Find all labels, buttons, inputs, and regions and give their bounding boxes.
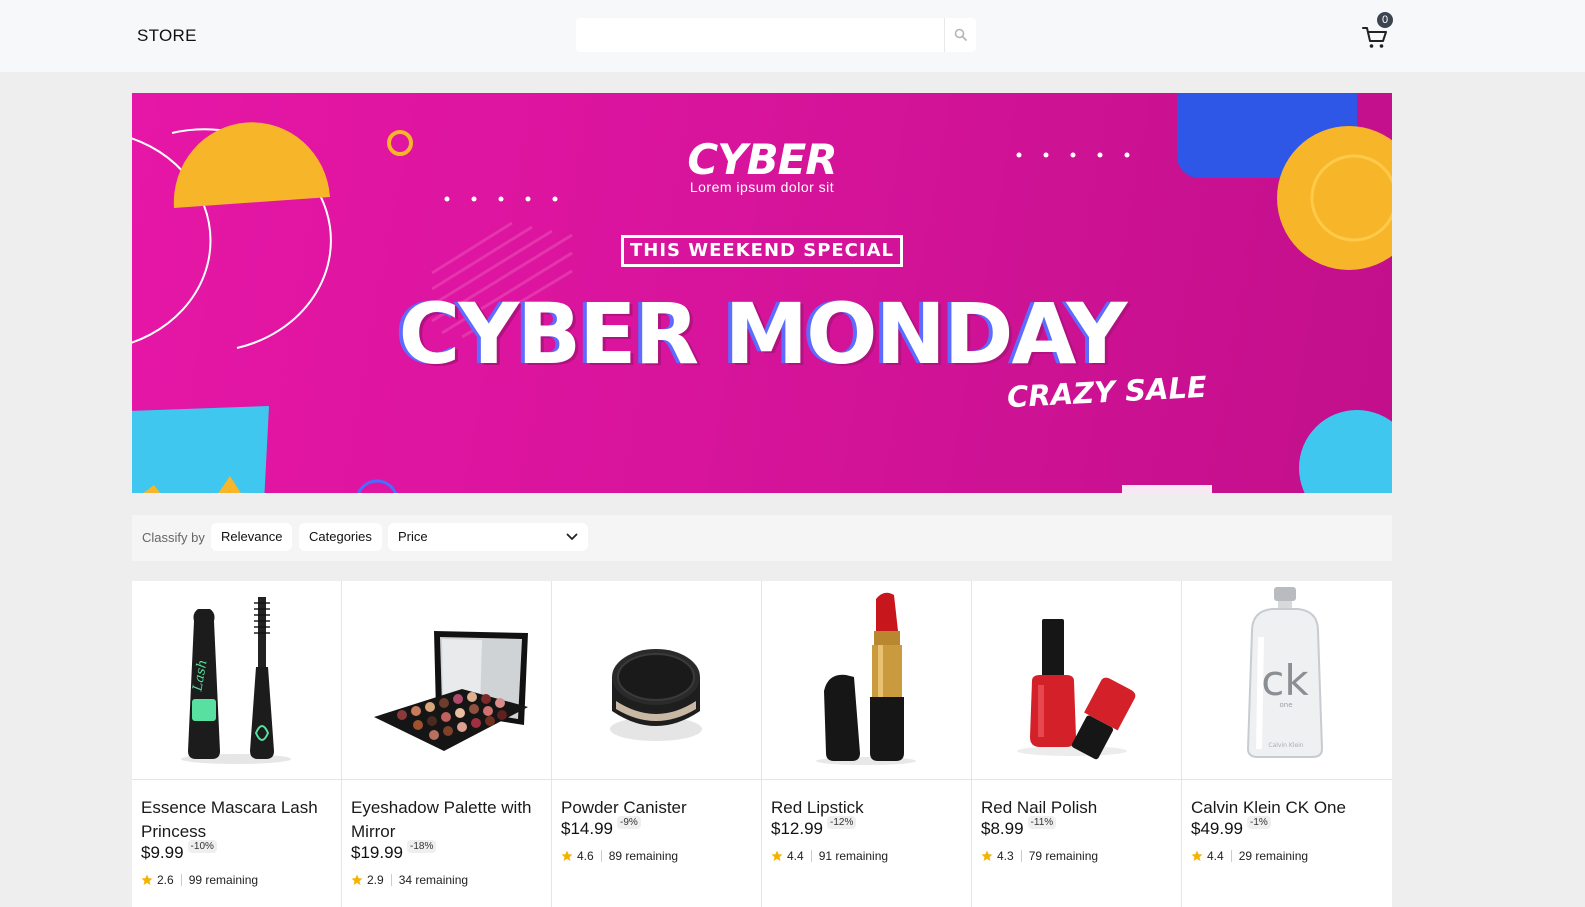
star-icon xyxy=(561,850,573,861)
rating-stock-row: 4.4 29 remaining xyxy=(1191,849,1308,863)
product-card[interactable]: Powder Canister $14.99 -9% 4.6 89 remain… xyxy=(552,581,762,907)
powder-canister-image xyxy=(610,649,702,741)
meta-divider xyxy=(1230,850,1232,862)
meta-divider xyxy=(180,874,182,886)
product-rating: 4.3 xyxy=(997,849,1014,863)
discount-badge: -18% xyxy=(407,840,437,853)
product-price: $12.99 xyxy=(771,819,823,838)
banner-headline: CYBER MONDAY xyxy=(398,285,1128,383)
banner-tagline: Lorem ipsum dolor sit xyxy=(689,179,835,195)
product-price: $19.99 xyxy=(351,843,403,862)
product-stock: 89 remaining xyxy=(608,849,679,863)
meta-divider xyxy=(600,850,602,862)
categories-filter-button[interactable]: Categories xyxy=(299,523,382,551)
discount-badge: -11% xyxy=(1027,816,1057,829)
rating-stock-row: 2.6 99 remaining xyxy=(141,873,258,887)
product-card[interactable]: Red Nail Polish $8.99 -11% 4.3 79 remain… xyxy=(972,581,1182,907)
star-icon xyxy=(351,874,363,885)
top-bar: STORE 0 xyxy=(0,0,1585,72)
price-row: $49.99 -1% xyxy=(1191,816,1271,839)
product-price: $8.99 xyxy=(981,819,1024,838)
price-row: $12.99 -12% xyxy=(771,816,857,839)
price-filter-select[interactable]: Price xyxy=(388,523,588,551)
banner-brand: CYBER xyxy=(687,135,837,184)
price-row: $14.99 -9% xyxy=(561,816,641,839)
product-card[interactable]: ck one Calvin Klein Calvin Klein CK One … xyxy=(1182,581,1392,907)
product-stock: 29 remaining xyxy=(1238,849,1309,863)
cart-count-badge: 0 xyxy=(1377,12,1393,28)
eyeshadow-palette-image xyxy=(374,631,528,751)
product-card[interactable]: Red Lipstick $12.99 -12% 4.4 91 remainin… xyxy=(762,581,972,907)
product-image: Lash xyxy=(132,581,341,780)
rating-stock-row: 4.3 79 remaining xyxy=(981,849,1098,863)
star-icon xyxy=(141,874,153,885)
discount-badge: -1% xyxy=(1247,816,1271,829)
product-title[interactable]: Red Lipstick xyxy=(771,796,966,820)
rating-stock-row: 2.9 34 remaining xyxy=(351,873,468,887)
product-image xyxy=(972,581,1181,780)
search-icon xyxy=(954,28,967,42)
product-image xyxy=(342,581,551,780)
svg-text:Calvin Klein: Calvin Klein xyxy=(1268,742,1303,749)
discount-badge: -10% xyxy=(187,840,217,853)
star-icon xyxy=(1191,850,1203,861)
product-rating: 2.6 xyxy=(157,873,174,887)
product-title[interactable]: Red Nail Polish xyxy=(981,796,1176,820)
product-stock: 79 remaining xyxy=(1028,849,1099,863)
product-price: $9.99 xyxy=(141,843,184,862)
product-price: $49.99 xyxy=(1191,819,1243,838)
meta-divider xyxy=(390,874,392,886)
search-button[interactable] xyxy=(944,18,976,52)
discount-badge: -9% xyxy=(617,816,641,829)
product-card[interactable]: Eyeshadow Palette with Mirror $19.99 -18… xyxy=(342,581,552,907)
price-row: $19.99 -18% xyxy=(351,840,437,863)
product-grid: Lash Essence Mascara Lash Princess $9.99… xyxy=(132,581,1392,907)
nail-polish-image xyxy=(1017,619,1136,760)
product-card[interactable]: Lash Essence Mascara Lash Princess $9.99… xyxy=(132,581,342,907)
price-row: $9.99 -10% xyxy=(141,840,217,863)
product-rating: 4.4 xyxy=(787,849,804,863)
price-filter-label: Price xyxy=(398,529,428,544)
product-rating: 4.6 xyxy=(577,849,594,863)
banner-special-label: THIS WEEKEND SPECIAL xyxy=(621,235,903,267)
product-image xyxy=(762,581,971,780)
rating-stock-row: 4.4 91 remaining xyxy=(771,849,888,863)
meta-divider xyxy=(810,850,812,862)
product-stock: 91 remaining xyxy=(818,849,889,863)
filter-bar: Classify by Relevance Categories Price xyxy=(132,515,1392,561)
relevance-filter-button[interactable]: Relevance xyxy=(211,523,293,551)
store-logo[interactable]: STORE xyxy=(137,26,197,46)
promo-banner[interactable]: CYBER Lorem ipsum dolor sit THIS WEEKEND… xyxy=(132,93,1392,493)
star-icon xyxy=(771,850,783,861)
meta-divider xyxy=(1020,850,1022,862)
star-icon xyxy=(981,850,993,861)
search-input[interactable] xyxy=(576,18,944,52)
lipstick-image xyxy=(816,592,916,765)
svg-text:one: one xyxy=(1279,701,1292,709)
product-rating: 2.9 xyxy=(367,873,384,887)
discount-badge: -12% xyxy=(827,816,857,829)
price-row: $8.99 -11% xyxy=(981,816,1057,839)
product-title[interactable]: Eyeshadow Palette with Mirror xyxy=(351,796,546,844)
product-title[interactable]: Essence Mascara Lash Princess xyxy=(141,796,336,844)
perfume-bottle-image: ck one Calvin Klein xyxy=(1246,587,1324,758)
product-title[interactable]: Powder Canister xyxy=(561,796,756,820)
product-price: $14.99 xyxy=(561,819,613,838)
rating-stock-row: 4.6 89 remaining xyxy=(561,849,678,863)
product-image: ck one Calvin Klein xyxy=(1182,581,1392,780)
mascara-image: Lash xyxy=(181,597,291,764)
search-box xyxy=(576,18,976,52)
product-title[interactable]: Calvin Klein CK One xyxy=(1191,796,1386,820)
chevron-down-icon xyxy=(566,533,578,540)
svg-text:ck: ck xyxy=(1261,656,1309,705)
classify-label: Classify by xyxy=(142,530,205,545)
product-stock: 99 remaining xyxy=(188,873,259,887)
product-stock: 34 remaining xyxy=(398,873,469,887)
product-rating: 4.4 xyxy=(1207,849,1224,863)
product-image xyxy=(552,581,761,780)
